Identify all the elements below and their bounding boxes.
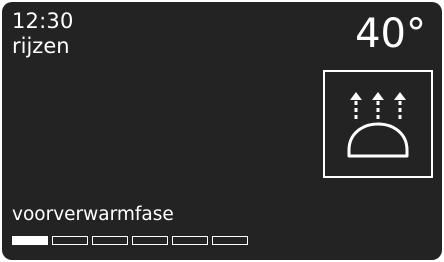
oven-display: 12:30 rijzen 40° voorverwarmfase xyxy=(2,2,442,260)
mode-label: rijzen xyxy=(12,34,70,58)
progress-segment xyxy=(92,236,128,245)
progress-segment xyxy=(212,236,248,245)
progress-segment xyxy=(52,236,88,245)
progress-segment xyxy=(132,236,168,245)
proofing-dough-icon xyxy=(347,92,409,158)
temperature-readout[interactable]: 40° xyxy=(355,12,426,56)
clock-time: 12:30 xyxy=(12,9,74,33)
progress-segment xyxy=(172,236,208,245)
phase-label: voorverwarmfase xyxy=(12,204,174,225)
progress-segment xyxy=(12,236,48,245)
program-icon-button[interactable] xyxy=(323,70,433,178)
phase-progress-bar xyxy=(12,236,248,245)
